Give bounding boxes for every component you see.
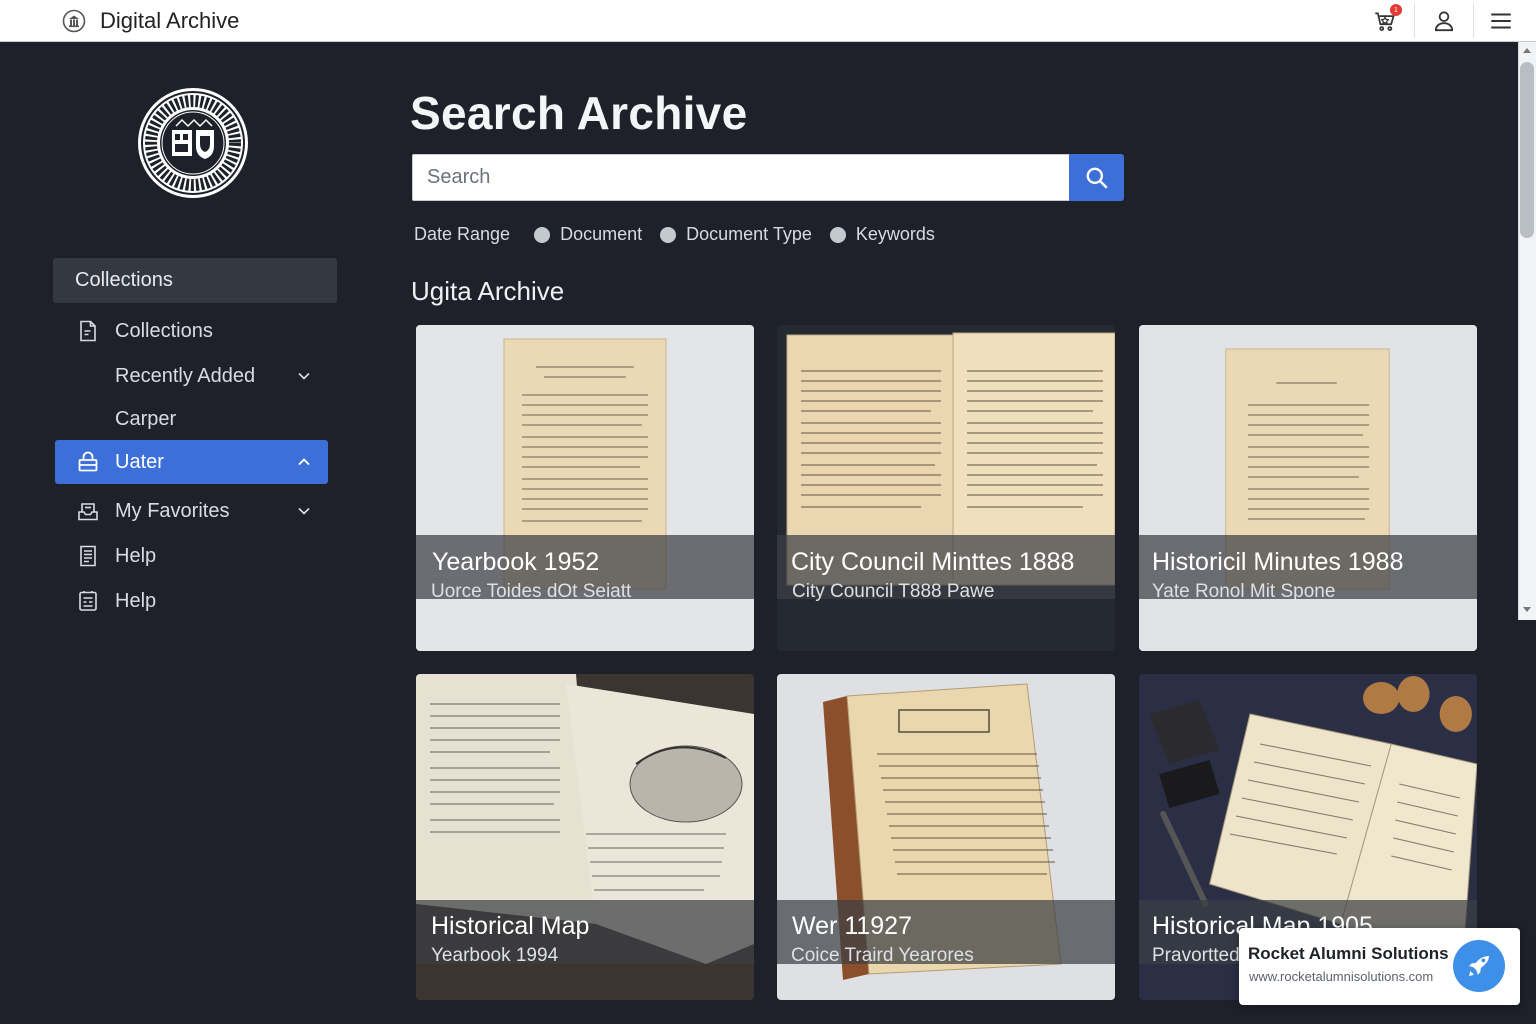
scroll-area-bottom	[1518, 620, 1536, 1024]
sidebar-item-label: Help	[115, 589, 157, 612]
top-bar: Digital Archive 1	[0, 0, 1536, 42]
app-title: Digital Archive	[100, 8, 240, 33]
lock-icon	[75, 449, 101, 475]
filter-label: Document	[560, 224, 643, 244]
filter-date-range[interactable]: Date Range	[414, 224, 510, 245]
archive-card[interactable]: Historicil Minutes 1988 Yate Ronol Mit S…	[1139, 325, 1477, 651]
search-icon	[1086, 167, 1108, 189]
archive-card[interactable]: Historical Map Yearbook 1994	[416, 674, 754, 1000]
sidebar-item-uater[interactable]: Uater	[55, 440, 328, 484]
sidebar-item-carper[interactable]: Carper	[55, 397, 328, 441]
card-title: Historical Map	[431, 912, 590, 940]
card-subtitle: City Council T888 Pawe	[792, 581, 995, 602]
card-title: City Council Minttes 1888	[791, 548, 1075, 576]
sidebar-item-label: Carper	[115, 407, 177, 430]
document-icon	[75, 318, 101, 344]
sidebar-item-help-2[interactable]: Help	[55, 579, 328, 623]
card-title: Wer 11927	[792, 912, 912, 940]
cart-button[interactable]: 1	[1370, 4, 1402, 36]
sidebar-item-my-favorites[interactable]: My Favorites	[55, 489, 328, 533]
filter-label: Keywords	[855, 224, 935, 244]
sidebar-item-collections[interactable]: Collections	[55, 309, 328, 353]
card-subtitle: Pravortted	[1152, 945, 1240, 966]
hamburger-menu-icon	[1491, 13, 1511, 29]
sidebar-item-label: Uater	[115, 450, 164, 473]
radio-dot	[660, 226, 677, 243]
toast-url: www.rocketalumnisolutions.com	[1249, 969, 1434, 984]
chevron-down-icon	[298, 507, 310, 515]
rocket-icon	[1453, 940, 1505, 992]
page-title: Search Archive	[410, 87, 748, 139]
inbox-icon	[75, 498, 101, 524]
card-title: Historicil Minutes 1988	[1152, 548, 1404, 576]
scroll-up-arrow-icon[interactable]	[1522, 46, 1532, 54]
collections-section-header[interactable]: Collections	[53, 258, 337, 303]
card-subtitle: Coice Traird Yearores	[791, 945, 974, 966]
toast-title: Rocket Alumni Solutions	[1248, 944, 1449, 963]
card-subtitle: Yearbook 1994	[431, 945, 559, 966]
cart-badge: 1	[1390, 4, 1402, 16]
sidebar: Collections Collections Recently Added C…	[0, 42, 380, 1024]
radio-dot	[829, 226, 846, 243]
sidebar-item-label: Help	[115, 544, 157, 567]
sidebar-item-label: Collections	[115, 319, 213, 342]
form-icon	[75, 588, 101, 614]
user-icon	[1434, 11, 1454, 32]
archive-card[interactable]: Yearbook 1952 Uorce Toides dOt Seiatt	[416, 325, 754, 651]
scroll-down-arrow-icon[interactable]	[1522, 606, 1532, 614]
filter-keywords[interactable]: Keywords	[829, 224, 935, 245]
scrollbar-thumb[interactable]	[1520, 62, 1534, 238]
promo-toast[interactable]: Rocket Alumni Solutions www.rocketalumni…	[1239, 928, 1520, 1005]
filter-document[interactable]: Document	[534, 224, 642, 245]
menu-button[interactable]	[1486, 6, 1516, 36]
divider	[1473, 4, 1474, 38]
chevron-down-icon	[298, 372, 310, 380]
section-title: Ugita Archive	[411, 276, 565, 306]
card-subtitle: Uorce Toides dOt Seiatt	[431, 581, 632, 602]
archive-logo-icon	[62, 9, 86, 33]
filter-label: Document Type	[686, 224, 812, 244]
archive-card[interactable]: Wer 11927 Coice Traird Yearores	[777, 674, 1115, 1000]
chevron-up-icon	[298, 458, 310, 466]
search-input[interactable]	[412, 154, 1070, 201]
institution-seal-logo	[138, 88, 248, 198]
filter-bar: Date Range Document Document Type Keywor…	[414, 224, 953, 245]
brand[interactable]: Digital Archive	[62, 8, 239, 34]
card-subtitle: Yate Ronol Mit Spone	[1152, 581, 1336, 602]
divider	[1414, 4, 1415, 38]
sidebar-item-recently-added[interactable]: Recently Added	[55, 354, 328, 398]
notes-icon	[75, 543, 101, 569]
filter-label: Date Range	[414, 224, 511, 244]
filter-document-type[interactable]: Document Type	[660, 224, 812, 245]
search-button[interactable]	[1069, 154, 1124, 201]
account-button[interactable]	[1429, 6, 1459, 36]
card-title: Yearbook 1952	[432, 548, 600, 576]
archive-card[interactable]: City Council Minttes 1888 City Council T…	[777, 325, 1115, 651]
sidebar-item-help[interactable]: Help	[55, 534, 328, 578]
sidebar-item-label: Recently Added	[115, 364, 256, 387]
sidebar-item-label: My Favorites	[115, 499, 230, 522]
radio-dot	[534, 226, 551, 243]
